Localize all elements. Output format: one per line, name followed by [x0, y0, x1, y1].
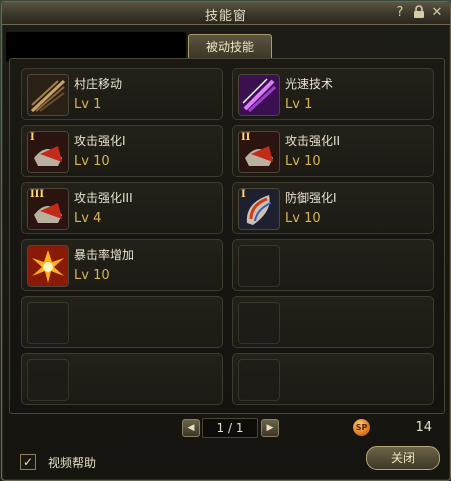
next-page-button[interactable]: ▶ [261, 419, 279, 437]
close-button[interactable]: 关闭 [366, 446, 440, 470]
attack-up-icon: III [27, 188, 69, 230]
empty-icon-frame [238, 359, 280, 401]
shield-icon: I [238, 188, 280, 230]
video-help-label[interactable]: 视频帮助 [48, 454, 96, 471]
sp-value: 14 [415, 420, 432, 435]
skill-level: Lv 1 [74, 97, 102, 112]
skill-slot[interactable]: I 防御强化I Lv 10 [232, 182, 434, 234]
tab-passive-skills[interactable]: 被动技能 [188, 34, 272, 59]
skill-slot[interactable]: II 攻击强化II Lv 10 [232, 125, 434, 177]
skill-name: 暴击率增加 [74, 248, 135, 262]
skill-slot[interactable]: I 攻击强化I Lv 10 [21, 125, 223, 177]
skill-slot[interactable]: 暴击率增加 Lv 10 [21, 239, 223, 291]
help-icon[interactable]: ? [393, 5, 407, 20]
skill-level: Lv 1 [285, 97, 313, 112]
skill-level: Lv 4 [74, 211, 102, 226]
lock-icon[interactable] [412, 5, 426, 20]
skill-list: 村庄移动 Lv 1 光速技术 Lv 1 I 攻击强化I Lv 10 II 攻击强… [9, 58, 445, 414]
skill-window: 技能窗 ? ✕ 被动技能 村庄移动 Lv 1 光速技术 Lv 1 I 攻击强化I… [1, 1, 451, 481]
skill-level: Lv 10 [74, 154, 110, 169]
skill-name: 攻击强化I [74, 134, 126, 148]
skill-level: Lv 10 [285, 154, 321, 169]
skill-level: Lv 10 [74, 268, 110, 283]
attack-up-icon: I [27, 131, 69, 173]
empty-icon-frame [238, 302, 280, 344]
sp-icon: SP [353, 419, 370, 436]
village-move-icon [27, 74, 69, 116]
empty-icon-frame [27, 302, 69, 344]
pagination: ◀ 1 / 1 ▶ [178, 417, 279, 438]
empty-skill-slot[interactable] [21, 296, 223, 348]
title-bar[interactable]: 技能窗 ? ✕ [2, 2, 450, 25]
window-title: 技能窗 [204, 9, 247, 24]
skill-name: 攻击强化II [285, 134, 341, 148]
rank-badge: III [30, 189, 45, 200]
skill-name: 攻击强化III [74, 191, 133, 205]
empty-icon-frame [27, 359, 69, 401]
prev-page-button[interactable]: ◀ [182, 419, 200, 437]
page-indicator: 1 / 1 [202, 418, 258, 438]
empty-icon-frame [238, 245, 280, 287]
skill-level: Lv 10 [285, 211, 321, 226]
rank-badge: I [241, 189, 246, 200]
close-icon[interactable]: ✕ [430, 5, 444, 20]
skill-slot[interactable]: 村庄移动 Lv 1 [21, 68, 223, 120]
empty-skill-slot[interactable] [232, 239, 434, 291]
light-speed-icon [238, 74, 280, 116]
rank-badge: II [241, 132, 251, 143]
attack-up-icon: II [238, 131, 280, 173]
skill-name: 村庄移动 [74, 77, 123, 91]
empty-skill-slot[interactable] [21, 353, 223, 405]
skill-name: 光速技术 [285, 77, 334, 91]
rank-badge: I [30, 132, 35, 143]
critical-burst-icon [27, 245, 69, 287]
skill-slot[interactable]: 光速技术 Lv 1 [232, 68, 434, 120]
video-help-checkbox[interactable]: ✓ [20, 454, 36, 470]
skill-slot[interactable]: III 攻击强化III Lv 4 [21, 182, 223, 234]
empty-skill-slot[interactable] [232, 353, 434, 405]
empty-skill-slot[interactable] [232, 296, 434, 348]
skill-name: 防御强化I [285, 191, 337, 205]
